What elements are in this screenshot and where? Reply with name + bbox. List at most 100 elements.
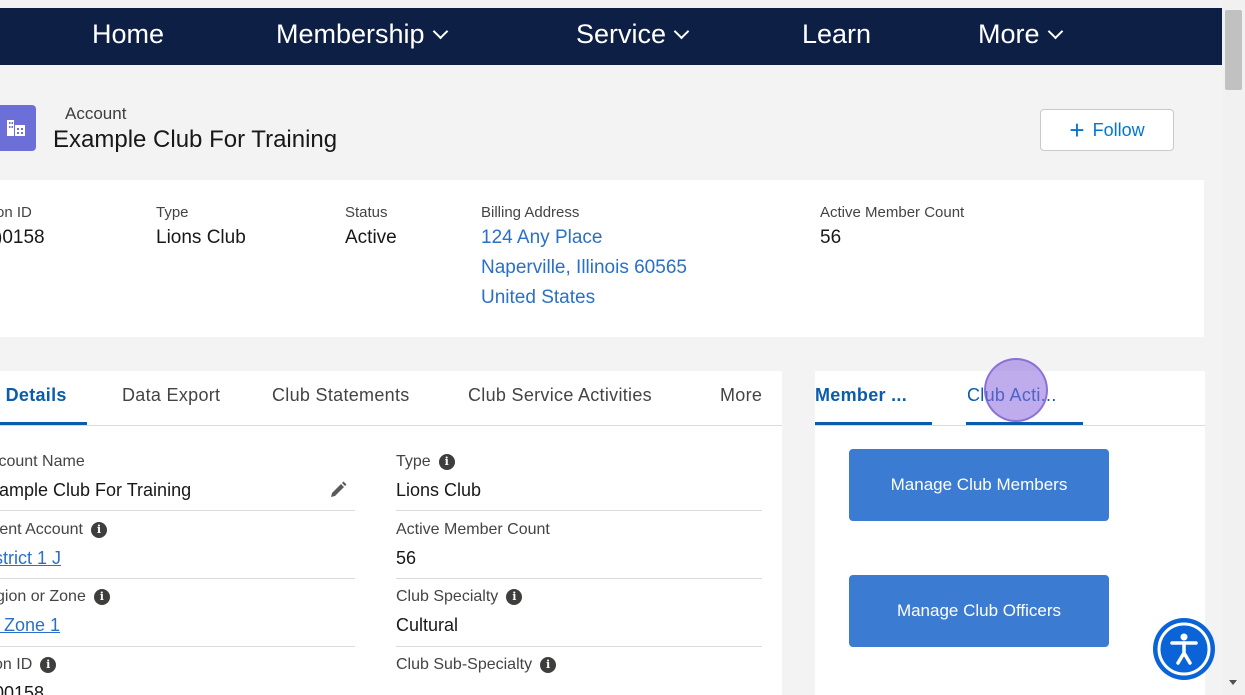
record-title: Example Club For Training [53,126,338,153]
region-zone-link[interactable]: ! Zone 1 [0,615,110,636]
highlight-status-label: Status [345,204,388,221]
chevron-down-icon [673,23,690,40]
nav-learn[interactable]: Learn [802,8,871,65]
field-club-id: on ID i 00158 [0,656,57,695]
field-region-zone: gion or Zone i ! Zone 1 [0,588,110,636]
accessibility-button[interactable] [1153,618,1215,680]
tab-indicator [815,422,932,425]
billing-line-2[interactable]: Naperville, Illinois 60565 [481,253,687,283]
scrollbar-thumb[interactable] [1225,10,1242,90]
club-specialty-label-row: Club Specialty i [396,588,523,606]
nav-learn-label: Learn [802,19,872,49]
object-label: Account [65,104,127,123]
divider [0,510,355,511]
member-count-value: 56 [396,548,417,568]
highlight-count-label: Active Member Count [820,204,965,221]
divider [396,510,762,511]
nav-more-label: More [978,19,1040,49]
billing-line-1[interactable]: 124 Any Place [481,223,687,253]
type-label-row: Type i [396,453,481,471]
club-id-label: on ID [0,656,33,673]
type-value: Lions Club [396,480,482,500]
nav-membership[interactable]: Membership [276,8,448,65]
info-icon[interactable]: i [540,657,557,673]
manage-club-officers-button[interactable]: Manage Club Officers [849,575,1109,647]
divider [396,578,762,579]
highlight-member-count: Active Member Count 56 [820,204,964,249]
parent-account-link[interactable]: strict 1 J [0,548,107,569]
divider [0,578,355,579]
tab-club-statements[interactable]: Club Statements [272,385,410,406]
field-club-specialty: Club Specialty i Cultural [396,588,523,636]
plus-icon: + [1069,115,1085,145]
manage-club-members-button[interactable]: Manage Club Members [849,449,1109,521]
chevron-down-icon [432,23,448,40]
region-zone-label-row: gion or Zone i [0,588,110,606]
highlight-type-label: Type [156,204,189,221]
divider [396,646,762,647]
highlight-status-value: Active [345,227,397,248]
highlight-status: Status Active [345,204,397,249]
highlights-panel: on ID )0158 Type Lions Club Status Activ… [0,180,1204,337]
accessibility-icon [1157,622,1211,676]
tab-bar: › Details Data Export Club Statements Cl… [0,371,782,426]
field-account-name: :count Name :ample Club For Training [0,453,191,501]
info-icon[interactable]: i [90,522,107,538]
info-icon[interactable]: i [506,589,523,605]
vertical-scrollbar[interactable] [1222,0,1245,695]
page: Home Membership Service Learn More Accou… [0,0,1222,695]
highlight-id-value: )0158 [0,227,45,248]
highlight-billing-label: Billing Address [481,204,580,221]
parent-account-label-row: rent Account i [0,521,107,539]
account-icon [0,105,36,151]
follow-button[interactable]: + Follow [1040,109,1174,151]
nav-more[interactable]: More [978,8,1063,65]
highlight-id: on ID )0158 [0,204,45,249]
highlight-type-value: Lions Club [156,227,246,248]
active-tab-indicator [0,422,87,425]
field-club-sub-specialty: Club Sub-Specialty i [396,656,557,674]
parent-account-label: rent Account [0,521,83,538]
nav-membership-label: Membership [276,19,425,49]
member-count-label: Active Member Count [396,521,550,538]
follow-label: Follow [1092,119,1145,140]
club-sub-specialty-label: Club Sub-Specialty [396,656,533,673]
billing-line-3[interactable]: United States [481,283,687,313]
club-sub-specialty-label-row: Club Sub-Specialty i [396,656,557,674]
account-name-label: :count Name [0,453,85,470]
tab-details[interactable]: › Details [0,385,67,406]
region-zone-label: gion or Zone [0,588,86,605]
club-specialty-label: Club Specialty [396,588,499,605]
info-icon[interactable]: i [93,589,110,605]
nav-service[interactable]: Service [576,8,690,65]
highlight-count-value: 56 [820,227,842,248]
type-label: Type [396,453,431,470]
highlight-billing: Billing Address 124 Any Place Naperville… [481,204,687,313]
divider [0,646,355,647]
tab-data-export[interactable]: Data Export [122,385,220,406]
nav-home[interactable]: Home [92,8,164,65]
billing-address-link[interactable]: 124 Any Place Naperville, Illinois 60565… [481,223,687,313]
info-icon[interactable]: i [438,454,455,470]
tab-more[interactable]: More [720,385,762,406]
pencil-icon[interactable] [328,480,348,500]
click-indicator [984,358,1048,422]
top-nav: Home Membership Service Learn More [0,8,1222,65]
chevron-down-icon [1047,23,1063,40]
tab-member[interactable]: Member ... [815,385,907,406]
nav-home-label: Home [92,19,165,49]
club-specialty-value: Cultural [396,615,459,635]
field-type: Type i Lions Club [396,453,481,501]
field-member-count: Active Member Count 56 [396,521,550,569]
info-icon[interactable]: i [40,657,57,673]
club-id-label-row: on ID i [0,656,57,674]
account-name-value: :ample Club For Training [0,480,192,500]
tab-indicator [966,422,1083,425]
nav-service-label: Service [576,19,667,49]
scroll-down-arrow[interactable] [1229,680,1237,685]
field-parent-account: rent Account i strict 1 J [0,521,107,569]
highlight-id-label: on ID [0,204,32,221]
tab-club-service-activities[interactable]: Club Service Activities [468,385,652,406]
club-id-value: 00158 [0,683,45,695]
region-zone-value: Zone 1 [4,615,61,635]
